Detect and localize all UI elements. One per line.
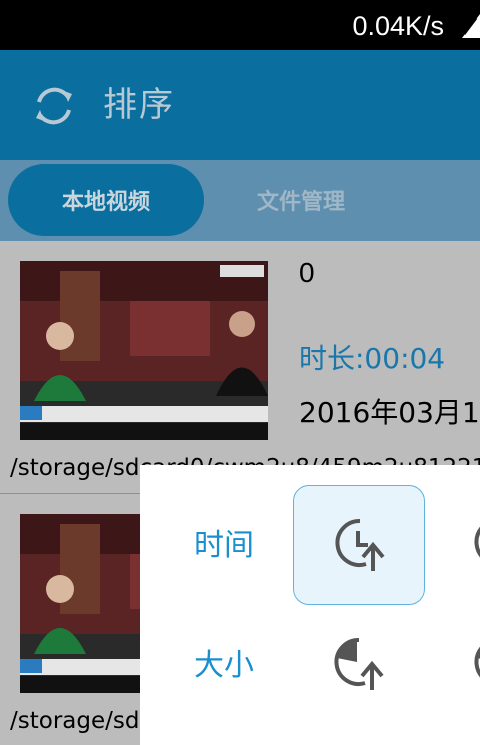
video-date: 2016年03月1 (299, 396, 480, 429)
sort-by-size-label: 大小 (194, 648, 254, 683)
tab-local-videos[interactable]: 本地视频 (8, 164, 204, 236)
tab-file-manager[interactable]: 文件管理 (218, 164, 384, 236)
signal-icon (462, 14, 480, 38)
list-item[interactable]: 0 时长:00:04 2016年03月1 /storage/sdcard0/cw… (0, 241, 480, 494)
app-bar: 排序 (0, 50, 480, 160)
status-bar: 0.04K/s (0, 0, 480, 50)
pie-arrow-up-icon (334, 637, 384, 690)
sort-time-descending-button[interactable] (460, 485, 480, 605)
sort-size-descending-button[interactable] (460, 605, 480, 725)
clock-arrow-up-icon (335, 518, 385, 571)
pie-arrow-down-icon (474, 646, 480, 678)
sort-by-time-label: 时间 (194, 528, 254, 563)
video-thumbnail (20, 261, 268, 440)
video-name: 0 (299, 257, 315, 288)
page-title: 排序 (103, 85, 175, 125)
sort-popup: 时间 大小 (140, 465, 480, 745)
network-speed: 0.04K/s (352, 11, 444, 41)
tab-bar: 本地视频 文件管理 (0, 160, 480, 241)
video-duration: 时长:00:04 (299, 342, 446, 375)
sort-size-ascending-button[interactable] (293, 605, 425, 725)
sort-time-ascending-button[interactable] (293, 485, 425, 605)
clock-arrow-down-icon (474, 526, 480, 558)
video-path: /storage/sd (10, 708, 140, 734)
refresh-icon[interactable] (30, 82, 78, 130)
